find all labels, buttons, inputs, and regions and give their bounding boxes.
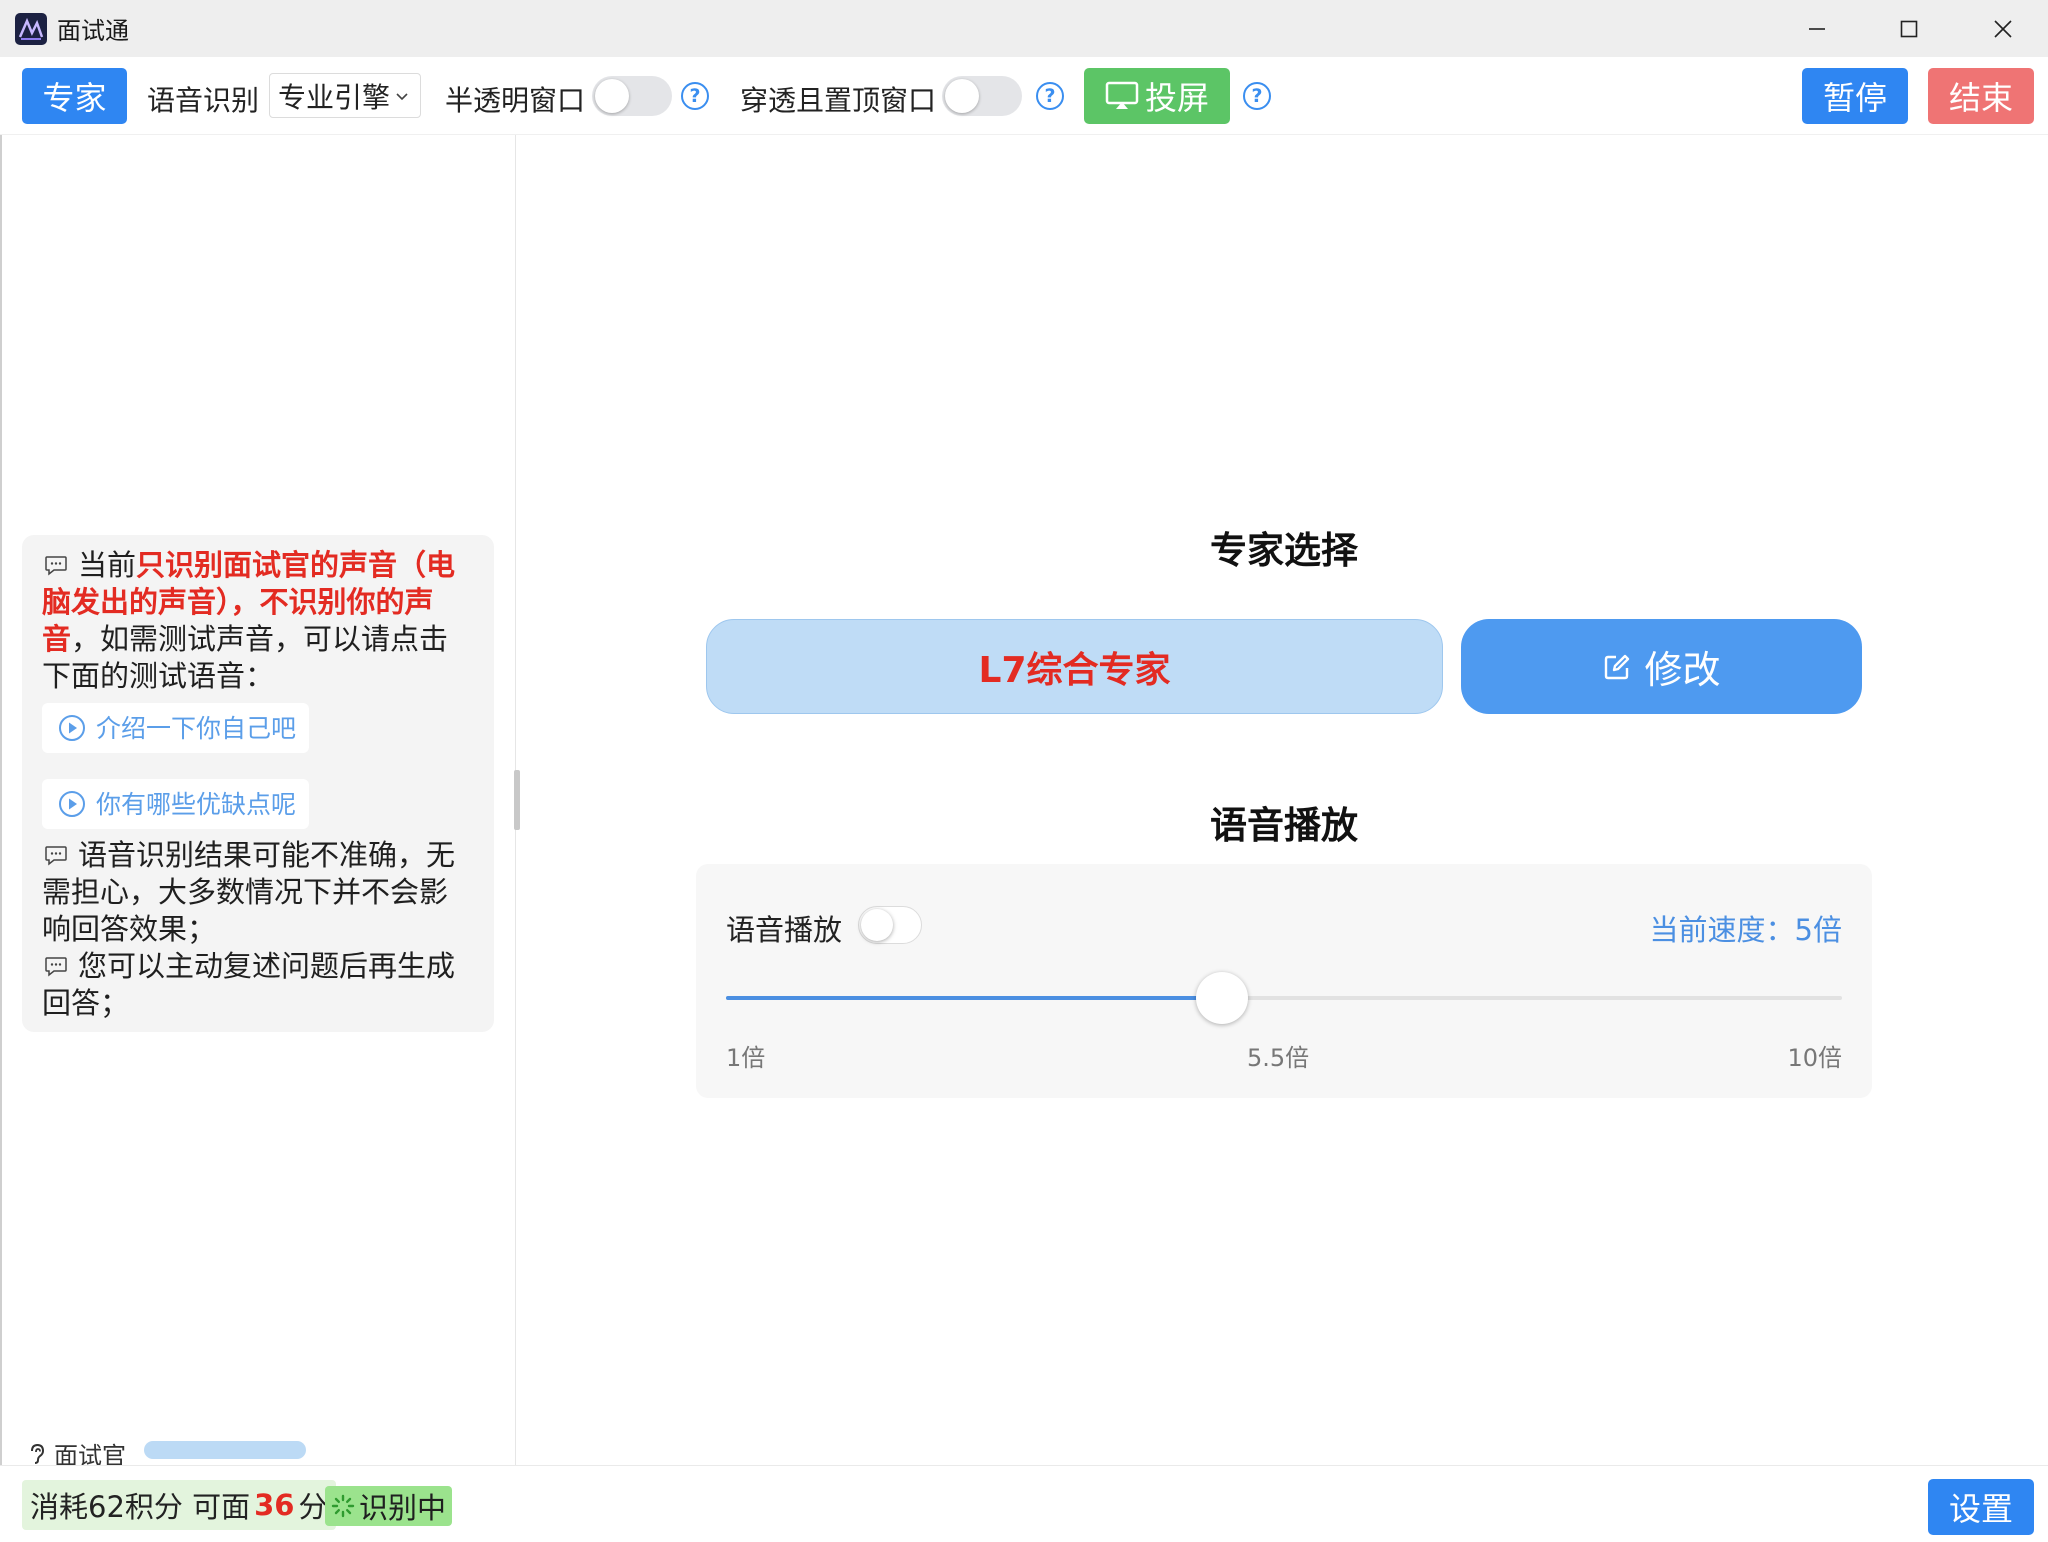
toggle-knob [861,909,893,941]
translucent-window-label: 半透明窗口 [445,84,586,117]
passthrough-window-label: 穿透且置顶窗口 [740,84,937,117]
minimize-button[interactable] [1770,0,1864,57]
selected-expert: L7综合专家 [706,619,1443,714]
recognition-status-text: 识别中 [359,1491,447,1525]
tick-min: 1倍 [726,1044,766,1072]
tip-message: 语音识别结果可能不准确，无需担心，大多数情况下并不会影响回答效果； [42,837,474,948]
tick-mid: 5.5倍 [1247,1044,1310,1072]
edit-expert-label: 修改 [1644,648,1721,692]
app-window: 面试通 专家 语音识别 专业引擎 半透明窗口 ? 穿透且置顶窗口 ? 投屏 ? … [0,0,2048,1542]
chat-bubble-icon [45,556,67,576]
play-icon [59,791,85,817]
points-prefix: 消耗62积分 可面 [30,1490,251,1524]
maximize-icon [1900,20,1918,37]
help-icon[interactable]: ? [681,82,709,110]
engine-select-value: 专业引擎 [278,80,391,114]
recognition-notice-card: 当前只识别面试官的声音（电脑发出的声音），不识别你的声音，如需测试声音，可以请点… [22,535,494,1032]
test-voice-label: 你有哪些优缺点呢 [96,789,297,819]
cast-screen-button[interactable]: 投屏 [1084,68,1230,124]
loading-spinner-icon [331,1494,355,1518]
translucent-window-toggle[interactable] [592,76,672,116]
voice-playback-card: 语音播放 当前速度：5倍 1倍 5.5倍 10倍 [696,864,1872,1098]
minimize-icon [1809,27,1825,30]
recognition-status-badge: 识别中 [325,1486,453,1526]
help-icon[interactable]: ? [1243,82,1271,110]
close-icon [1994,19,2012,38]
toggle-knob [595,79,629,113]
expert-section-title: 专家选择 [1210,529,1358,572]
current-speed-label: 当前速度：5倍 [1649,913,1842,947]
tip-text: 您可以主动复述问题后再生成回答； [42,949,456,1020]
settings-button[interactable]: 设置 [1928,1479,2034,1535]
slider-fill [726,996,1222,1000]
notice-message: 当前只识别面试官的声音（电脑发出的声音），不识别你的声音，如需测试声音，可以请点… [42,547,474,695]
status-bar: 消耗62积分 可面 36 分 识别中 设置 [0,1465,2048,1542]
points-value: 36 [254,1488,295,1522]
engine-select[interactable]: 专业引擎 [269,73,421,118]
slider-thumb[interactable] [1196,972,1248,1024]
points-suffix: 分 [298,1490,328,1524]
chevron-down-icon [396,93,408,101]
tip-text: 语音识别结果可能不准确，无需担心，大多数情况下并不会影响回答效果； [42,838,456,946]
test-voice-button-1[interactable]: 介绍一下你自己吧 [42,703,309,753]
help-icon[interactable]: ? [1036,82,1064,110]
audio-level-bar [144,1441,306,1459]
toggle-knob [945,79,979,113]
splitter-handle[interactable] [514,770,520,830]
test-voice-label: 介绍一下你自己吧 [96,713,297,743]
voice-playback-toggle[interactable] [858,906,922,944]
voice-section-title: 语音播放 [1210,804,1358,847]
speech-recognition-label: 语音识别 [147,84,260,117]
chat-bubble-icon [45,846,67,866]
window-title: 面试通 [57,17,129,45]
play-icon [59,715,85,741]
cast-screen-label: 投屏 [1144,79,1209,117]
edit-expert-button[interactable]: 修改 [1461,619,1862,714]
notice-prefix: 当前 [78,548,137,582]
monitor-icon [1105,81,1139,109]
notice-suffix: ，如需测试声音，可以请点击下面的测试语音： [42,622,449,693]
tip-message: 您可以主动复述问题后再生成回答； [42,948,474,1022]
title-bar: 面试通 [0,0,2048,57]
chat-bubble-icon [45,957,67,977]
ear-icon [31,1443,45,1464]
passthrough-window-toggle[interactable] [942,76,1022,116]
close-button[interactable] [1956,0,2048,57]
points-badge: 消耗62积分 可面 36 分 [22,1480,336,1530]
end-button[interactable]: 结束 [1928,68,2034,124]
expert-button[interactable]: 专家 [22,68,127,124]
toolbar: 专家 语音识别 专业引擎 半透明窗口 ? 穿透且置顶窗口 ? 投屏 ? 暂停 结… [0,57,2048,135]
app-logo-icon [15,12,47,45]
tick-max: 10倍 [1787,1044,1842,1072]
panel-edge [0,135,2,1465]
speed-slider[interactable] [726,972,1842,1024]
pause-button[interactable]: 暂停 [1802,68,1908,124]
test-voice-button-2[interactable]: 你有哪些优缺点呢 [42,779,309,829]
maximize-button[interactable] [1862,0,1956,57]
edit-icon [1605,654,1630,679]
voice-playback-label: 语音播放 [726,913,843,947]
